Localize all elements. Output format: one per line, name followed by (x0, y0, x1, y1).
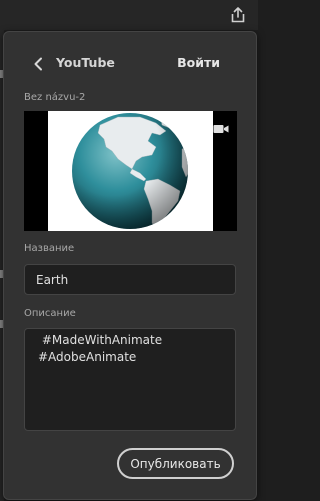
video-camera-icon (213, 125, 229, 133)
preview-stage (48, 111, 213, 231)
document-name: Bez názvu-2 (24, 92, 86, 103)
service-title: YouTube (56, 55, 115, 70)
video-preview[interactable] (24, 111, 237, 231)
title-label: Название (24, 243, 75, 254)
panel-header: YouTube Войти (4, 50, 256, 78)
login-link[interactable]: Войти (177, 55, 220, 70)
app-topbar (0, 0, 258, 30)
back-button[interactable] (30, 54, 46, 74)
earth-globe-image (72, 113, 188, 229)
description-input[interactable]: #MadeWithAnimate #AdobeAnimate (24, 328, 236, 431)
publish-button[interactable]: Опубликовать (117, 448, 234, 479)
publish-panel: YouTube Войти Bez názvu-2 Название Earth… (3, 31, 257, 500)
title-input[interactable] (24, 264, 236, 295)
description-label: Описание (24, 308, 76, 319)
share-button[interactable] (226, 4, 250, 26)
back-chevron-icon (34, 57, 42, 71)
share-icon (231, 7, 245, 23)
